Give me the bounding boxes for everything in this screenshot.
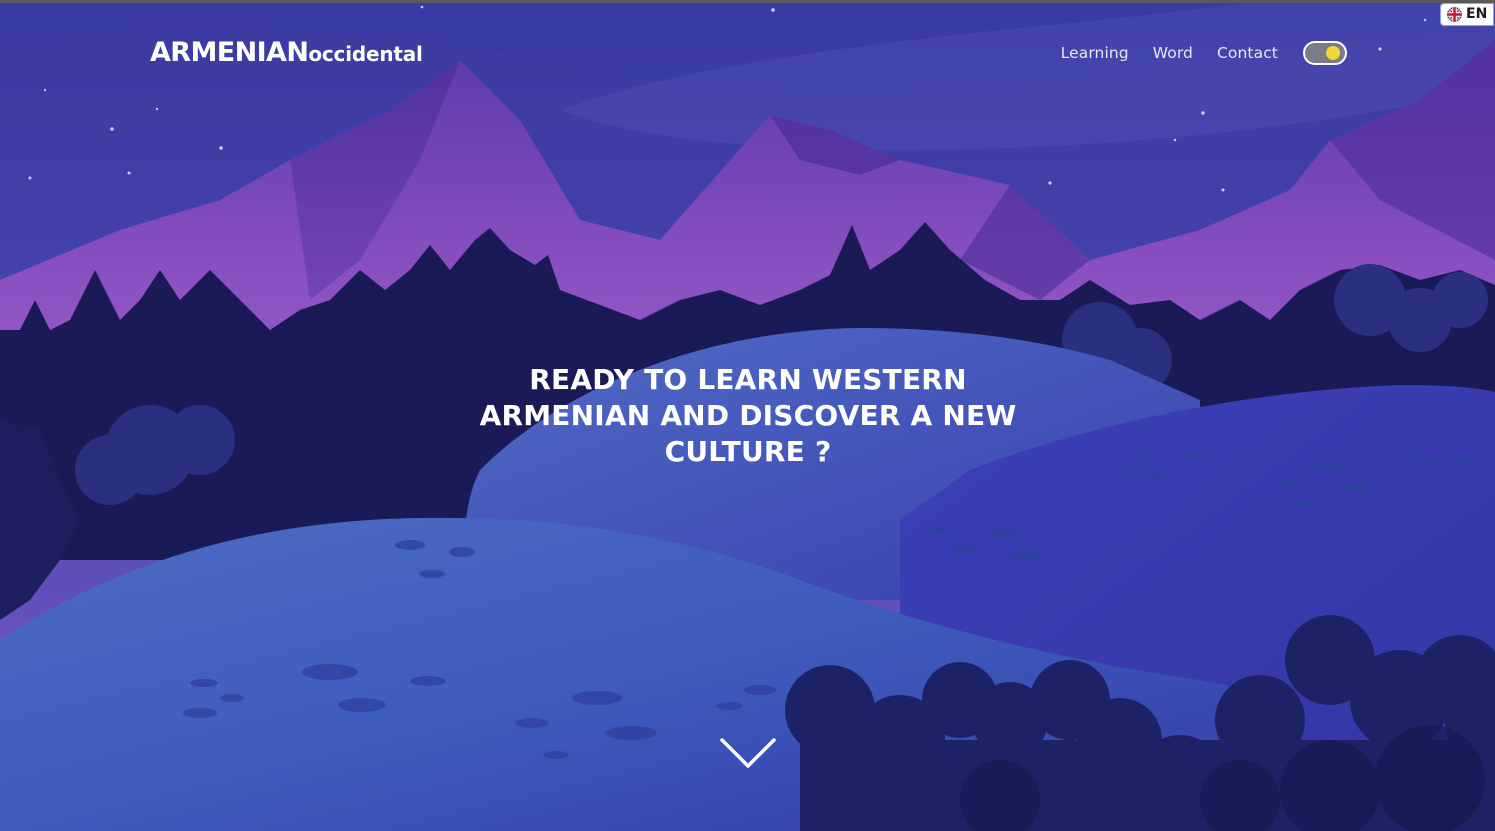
hero-heading: READY TO LEARN WESTERN ARMENIAN AND DISC… xyxy=(448,362,1048,470)
nav-link-word[interactable]: Word xyxy=(1153,40,1193,66)
language-code: EN xyxy=(1466,6,1488,22)
window-top-border xyxy=(0,0,1495,3)
toggle-knob xyxy=(1326,46,1340,60)
site-header: ARMENIANoccidental Learning Word Contact xyxy=(0,0,1495,100)
hero-line-2: ARMENIAN AND DISCOVER A NEW xyxy=(479,399,1017,432)
uk-flag-icon xyxy=(1447,7,1462,22)
nav-link-learning[interactable]: Learning xyxy=(1061,40,1129,66)
theme-toggle[interactable] xyxy=(1303,41,1347,65)
language-selector[interactable]: EN xyxy=(1440,3,1494,26)
hero-line-1: READY TO LEARN WESTERN xyxy=(529,363,967,396)
site-logo[interactable]: ARMENIANoccidental xyxy=(150,36,423,73)
hero-line-3: CULTURE ? xyxy=(664,435,832,468)
logo-sub-text: occidental xyxy=(308,42,423,66)
page: ARMENIANoccidental Learning Word Contact… xyxy=(0,0,1495,831)
logo-main-text: ARMENIAN xyxy=(150,37,309,68)
chevron-down-icon[interactable] xyxy=(718,736,778,772)
nav-link-contact[interactable]: Contact xyxy=(1217,40,1278,66)
main-nav: Learning Word Contact xyxy=(1037,40,1347,66)
